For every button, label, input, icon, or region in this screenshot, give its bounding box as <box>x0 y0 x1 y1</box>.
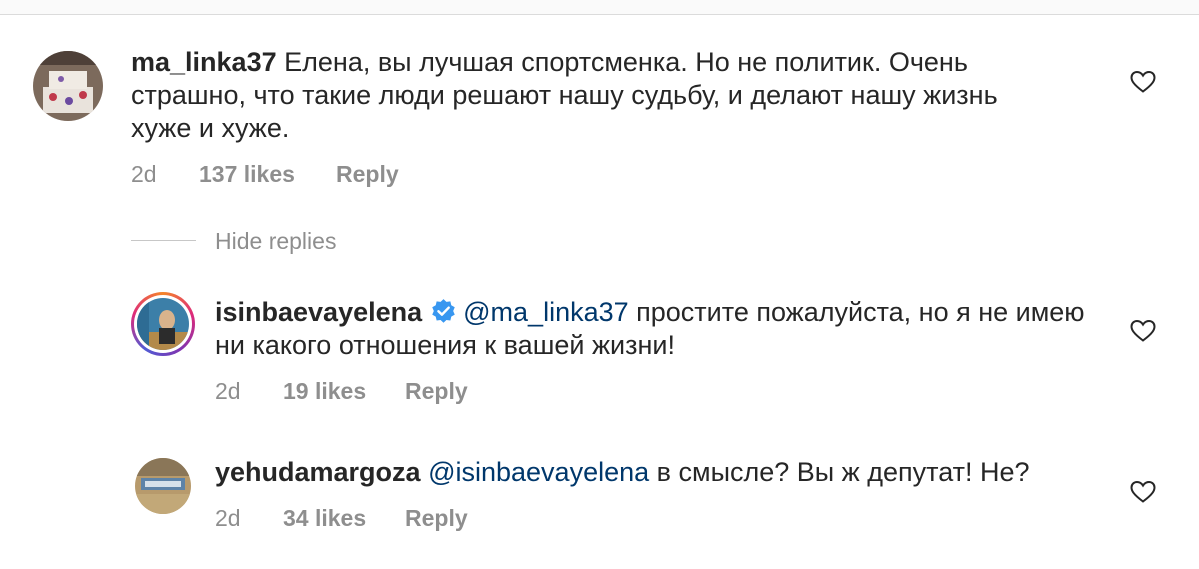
comment-age: 2d <box>131 161 157 187</box>
comment-text: в смысле? Вы ж депутат! Не? <box>656 457 1030 487</box>
likes-count[interactable]: 19 likes <box>283 378 366 405</box>
avatar[interactable] <box>131 292 195 356</box>
likes-count[interactable]: 137 likes <box>199 161 295 188</box>
heart-outline-icon[interactable] <box>1130 480 1156 504</box>
comment-text-line: страшно, что такие люди решают нашу судь… <box>131 80 998 110</box>
hide-replies-line <box>131 240 196 241</box>
comment-username[interactable]: ma_linka37 <box>131 47 277 77</box>
likes-count[interactable]: 34 likes <box>283 505 366 532</box>
hide-replies-button[interactable]: Hide replies <box>215 228 336 255</box>
comment-age: 2d <box>215 505 241 531</box>
avatar-photo <box>137 298 189 350</box>
heart-outline-icon[interactable] <box>1130 70 1156 94</box>
mention-link[interactable]: @isinbaevayelena <box>428 457 649 487</box>
comment-text-line: ни какого отношения к вашей жизни! <box>215 330 675 360</box>
avatar[interactable] <box>33 51 103 121</box>
comment-username[interactable]: yehudamargoza <box>215 457 421 487</box>
comment-text: простите пожалуйста, но я не имею <box>636 297 1085 327</box>
avatar[interactable] <box>135 458 191 514</box>
comment-username[interactable]: isinbaevayelena <box>215 297 422 327</box>
top-divider <box>0 0 1199 15</box>
comment-text-line: хуже и хуже. <box>131 113 290 143</box>
reply-button[interactable]: Reply <box>405 378 468 405</box>
reply-button[interactable]: Reply <box>405 505 468 532</box>
mention-link[interactable]: @ma_linka37 <box>463 297 629 327</box>
comment-text: Елена, вы лучшая спортсменка. Но не поли… <box>284 47 968 77</box>
heart-outline-icon[interactable] <box>1130 319 1156 343</box>
verified-badge-icon <box>432 299 455 323</box>
reply-button[interactable]: Reply <box>336 161 399 188</box>
comment-age: 2d <box>215 378 241 404</box>
